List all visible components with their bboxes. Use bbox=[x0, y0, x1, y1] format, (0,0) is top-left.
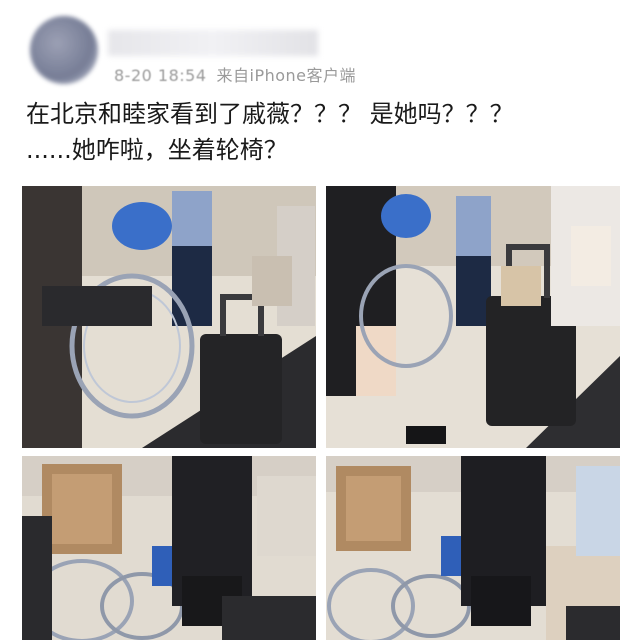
photo-4-illustration bbox=[326, 456, 620, 640]
post-meta: 8-20 18:54 来自iPhone客户端 bbox=[114, 62, 356, 86]
post-photo-1[interactable] bbox=[22, 186, 316, 448]
post-photo-3[interactable] bbox=[22, 456, 316, 640]
post-source: 来自iPhone客户端 bbox=[216, 66, 357, 85]
post-text: 在北京和睦家看到了戚薇？？？ 是她吗？？？ ......她咋啦，坐着轮椅？ bbox=[26, 100, 514, 164]
post-photo-2[interactable] bbox=[326, 186, 620, 448]
post-timestamp: 8-20 18:54 bbox=[114, 66, 207, 85]
post-photo-4[interactable] bbox=[326, 456, 620, 640]
author-name-blurred[interactable] bbox=[108, 30, 318, 56]
photo-3-illustration bbox=[22, 456, 316, 640]
weibo-post: 8-20 18:54 来自iPhone客户端 在北京和睦家看到了戚薇？？？ 是她吗… bbox=[0, 0, 640, 640]
post-header: 8-20 18:54 来自iPhone客户端 bbox=[22, 10, 622, 90]
photo-grid bbox=[22, 186, 620, 640]
photo-1-illustration bbox=[22, 186, 316, 448]
photo-2-illustration bbox=[326, 186, 620, 448]
avatar[interactable] bbox=[30, 16, 98, 84]
